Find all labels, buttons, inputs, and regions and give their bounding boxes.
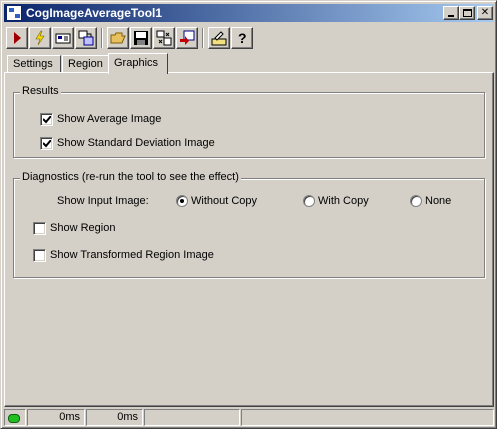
toolbar-separator: [101, 28, 103, 48]
run-button[interactable]: [6, 27, 28, 49]
local-display-button[interactable]: [75, 27, 97, 49]
diagnostics-legend: Diagnostics (re-run the tool to see the …: [20, 171, 241, 183]
open-button[interactable]: [107, 27, 129, 49]
toolbar: ?: [4, 25, 494, 53]
checkbox-box[interactable]: [33, 222, 46, 235]
show-transformed-label: Show Transformed Region Image: [50, 249, 214, 261]
svg-text:?: ?: [238, 30, 247, 46]
open-folder-icon: [110, 32, 126, 44]
status-cell-3: [144, 409, 240, 426]
tab-region[interactable]: Region: [62, 55, 109, 73]
save-button[interactable]: [130, 27, 152, 49]
show-stddev-label: Show Standard Deviation Image: [57, 137, 215, 149]
tool-window: CogImageAverageTool1 ✕ ? Settings Region…: [0, 0, 497, 429]
close-icon: ✕: [480, 7, 490, 18]
status-bar: 0ms 0ms: [4, 408, 494, 426]
help-icon: ?: [238, 30, 247, 46]
results-legend: Results: [20, 85, 61, 97]
save-icon: [134, 31, 148, 45]
toolbar-separator: [202, 28, 204, 48]
none-radio[interactable]: [410, 195, 422, 207]
reset-icon: [156, 30, 172, 46]
help-button[interactable]: ?: [231, 27, 253, 49]
replace-icon: [180, 30, 195, 45]
show-image-button[interactable]: [52, 27, 74, 49]
radio-dot: [180, 199, 184, 203]
maximize-icon: [463, 9, 472, 17]
none-label[interactable]: None: [425, 195, 451, 207]
show-average-label: Show Average Image: [57, 113, 162, 125]
checkmark-icon: [43, 116, 51, 124]
local-display-icon: [78, 30, 94, 46]
show-image-icon: [55, 33, 71, 44]
status-time-2: 0ms: [86, 409, 143, 426]
checkmark-icon: [43, 140, 51, 148]
tab-strip: Settings Region Graphics: [4, 53, 494, 74]
title-bar[interactable]: CogImageAverageTool1 ✕: [4, 4, 494, 22]
app-icon: [6, 5, 22, 21]
checkbox-box[interactable]: [40, 113, 53, 126]
diagnostics-group: Diagnostics (re-run the tool to see the …: [13, 171, 485, 278]
window-title: CogImageAverageTool1: [26, 6, 163, 20]
input-image-label: Show Input Image:: [57, 195, 149, 207]
status-led-cell: [4, 409, 26, 426]
tab-graphics[interactable]: Graphics: [108, 53, 168, 74]
edit-button[interactable]: [208, 27, 230, 49]
tab-settings[interactable]: Settings: [7, 55, 61, 73]
with-copy-radio[interactable]: [303, 195, 315, 207]
checkbox-box[interactable]: [40, 137, 53, 150]
replace-button[interactable]: [176, 27, 198, 49]
edit-icon: [211, 31, 227, 46]
show-region-label: Show Region: [50, 222, 116, 234]
status-cell-4: [241, 409, 494, 426]
electric-icon: [35, 30, 45, 46]
electric-button[interactable]: [29, 27, 51, 49]
reset-button[interactable]: [153, 27, 175, 49]
maximize-button[interactable]: [459, 6, 475, 20]
with-copy-label[interactable]: With Copy: [318, 195, 369, 207]
minimize-button[interactable]: [443, 6, 459, 20]
without-copy-radio[interactable]: [176, 195, 188, 207]
results-group: Results Show Average Image Show Standard…: [13, 85, 485, 158]
minimize-icon: [448, 15, 454, 17]
graphics-panel: Results Show Average Image Show Standard…: [4, 72, 494, 407]
status-led-icon: [8, 414, 20, 423]
close-button[interactable]: ✕: [477, 6, 493, 20]
checkbox-box[interactable]: [33, 249, 46, 262]
without-copy-label[interactable]: Without Copy: [191, 195, 257, 207]
status-time-1: 0ms: [27, 409, 85, 426]
run-icon: [14, 32, 21, 44]
